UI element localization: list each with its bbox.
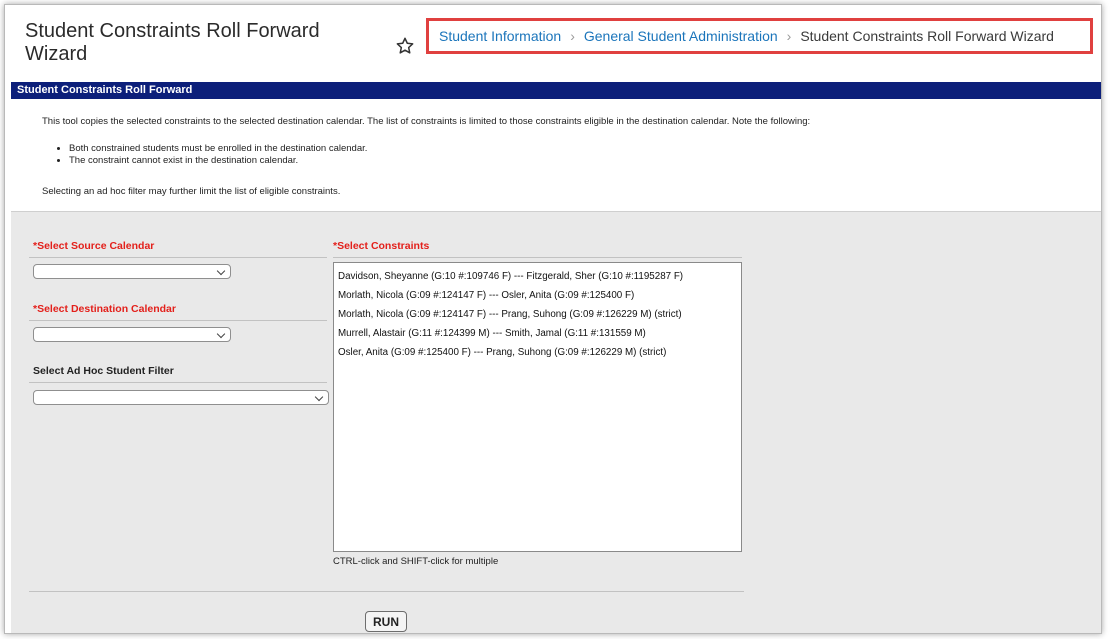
constraint-option[interactable]: Morlath, Nicola (G:09 #:124147 F) --- Pr… (338, 305, 741, 324)
chevron-down-icon (216, 266, 226, 276)
breadcrumb-general-student-administration[interactable]: General Student Administration (584, 28, 778, 44)
multi-select-hint: CTRL-click and SHIFT-click for multiple (333, 556, 499, 567)
page-title: Student Constraints Roll Forward Wizard (25, 20, 320, 65)
breadcrumb-current: Student Constraints Roll Forward Wizard (800, 28, 1054, 44)
instructions-bullet: Both constrained students must be enroll… (69, 143, 367, 155)
divider (29, 257, 327, 258)
constraint-option[interactable]: Murrell, Alastair (G:11 #:124399 M) --- … (338, 324, 741, 343)
chevron-right-icon: › (786, 28, 792, 44)
constraints-listbox[interactable]: Davidson, Sheyanne (G:10 #:109746 F) ---… (333, 262, 742, 552)
chevron-down-icon (314, 392, 324, 402)
constraints-label: *Select Constraints (333, 240, 430, 252)
chevron-right-icon: › (570, 28, 575, 44)
destination-calendar-select[interactable] (33, 327, 231, 342)
run-button[interactable]: RUN (365, 611, 407, 632)
instructions-bullet: The constraint cannot exist in the desti… (69, 155, 367, 167)
instructions-intro: This tool copies the selected constraint… (42, 116, 811, 127)
constraint-option[interactable]: Morlath, Nicola (G:09 #:124147 F) --- Os… (338, 286, 741, 305)
constraint-option[interactable]: Davidson, Sheyanne (G:10 #:109746 F) ---… (338, 267, 741, 286)
ad-hoc-filter-select[interactable] (33, 390, 329, 405)
chevron-down-icon (216, 329, 226, 339)
section-title-bar: Student Constraints Roll Forward (11, 82, 1101, 99)
page-header: Student Constraints Roll Forward Wizard … (5, 5, 1101, 79)
divider (29, 591, 744, 592)
source-calendar-select[interactable] (33, 264, 231, 279)
instructions-panel: This tool copies the selected constraint… (11, 99, 1101, 212)
wizard-form: *Select Source Calendar *Select Destinat… (11, 212, 1101, 633)
instructions-list: Both constrained students must be enroll… (53, 143, 367, 167)
divider (29, 382, 327, 383)
divider (29, 320, 327, 321)
star-outline-icon[interactable] (395, 36, 415, 56)
breadcrumb: Student Information › General Student Ad… (426, 18, 1093, 54)
instructions-footer: Selecting an ad hoc filter may further l… (42, 186, 341, 197)
breadcrumb-student-information[interactable]: Student Information (439, 28, 561, 44)
divider (333, 257, 742, 258)
source-calendar-label: *Select Source Calendar (33, 240, 155, 252)
wizard-window: Student Constraints Roll Forward Wizard … (4, 4, 1102, 634)
destination-calendar-label: *Select Destination Calendar (33, 303, 176, 315)
constraint-option[interactable]: Osler, Anita (G:09 #:125400 F) --- Prang… (338, 343, 741, 362)
ad-hoc-filter-label: Select Ad Hoc Student Filter (33, 365, 174, 377)
